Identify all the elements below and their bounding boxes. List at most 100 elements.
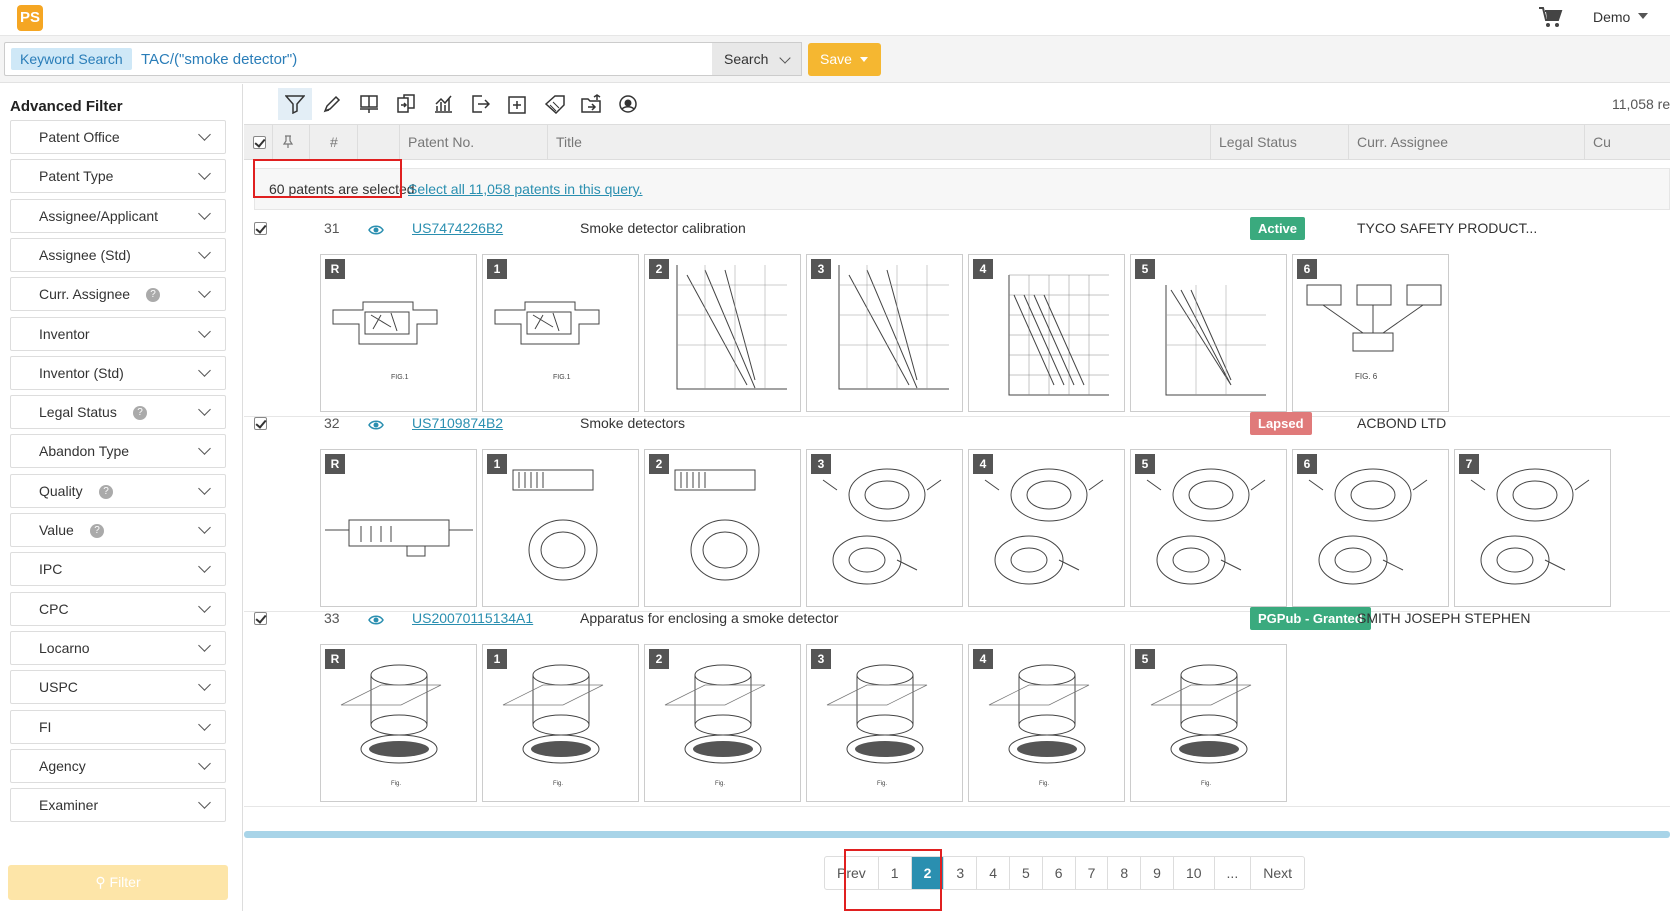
table-row[interactable]: 32 US7109874B2 Smoke detectors Lapsed AC… xyxy=(244,407,1670,612)
drawing-thumbnail[interactable]: Fig. 1 xyxy=(482,644,639,802)
highlight-icon[interactable] xyxy=(315,88,349,120)
filter-uspc[interactable]: USPC xyxy=(10,670,226,705)
search-input[interactable]: Keyword Search TAC/("smoke detector") xyxy=(4,42,714,76)
select-all-link[interactable]: Select all 11,058 patents in this query. xyxy=(408,181,643,197)
select-all-checkbox[interactable] xyxy=(253,136,266,149)
filter-agency[interactable]: Agency xyxy=(10,748,226,783)
page-5-button[interactable]: 5 xyxy=(1010,857,1043,889)
folder-export-icon[interactable] xyxy=(574,88,608,120)
filter-curr-assignee[interactable]: Curr. Assignee? xyxy=(10,277,226,312)
drawing-thumbnail[interactable]: 5 xyxy=(1130,449,1287,607)
eye-icon[interactable] xyxy=(368,418,384,434)
drawing-thumbnail[interactable]: 3 xyxy=(806,449,963,607)
filter-locarno[interactable]: Locarno xyxy=(10,630,226,665)
help-icon[interactable]: ? xyxy=(90,524,104,538)
filter-fi[interactable]: FI xyxy=(10,709,226,744)
drawing-thumbnail[interactable]: 2 xyxy=(644,254,801,412)
filter-quality[interactable]: Quality? xyxy=(10,473,226,508)
cart-icon[interactable] xyxy=(1538,6,1564,30)
drawing-thumbnail[interactable]: R xyxy=(320,449,477,607)
analytics-icon[interactable] xyxy=(426,88,460,120)
page-8-button[interactable]: 8 xyxy=(1108,857,1142,889)
pin-icon xyxy=(282,135,294,148)
filter-inventor[interactable]: Inventor xyxy=(10,316,226,351)
table-row[interactable]: 33 US20070115134A1 Apparatus for enclosi… xyxy=(244,602,1670,807)
presentation-icon[interactable] xyxy=(352,88,386,120)
page-ellipsis-button[interactable]: ... xyxy=(1215,857,1252,889)
help-icon[interactable]: ? xyxy=(99,484,113,499)
page-7-button[interactable]: 7 xyxy=(1076,857,1109,889)
patent-no-column-header[interactable]: Patent No. xyxy=(399,125,547,160)
filter-ipc[interactable]: IPC xyxy=(10,552,226,587)
drawing-thumbnail[interactable]: 4 xyxy=(968,449,1125,607)
compare-icon[interactable] xyxy=(389,88,423,120)
page-10-button[interactable]: 10 xyxy=(1174,857,1215,889)
drawing-thumbnail[interactable]: 5 xyxy=(1130,254,1287,412)
filter-icon[interactable] xyxy=(278,88,312,120)
row-number: 33 xyxy=(324,610,340,626)
row-checkbox[interactable] xyxy=(254,612,267,625)
more-column-header[interactable]: Cu xyxy=(1584,125,1670,160)
filter-label: Curr. Assignee xyxy=(39,286,131,303)
tag-icon[interactable] xyxy=(537,88,571,120)
chevron-down-icon[interactable] xyxy=(1638,13,1648,19)
page-4-button[interactable]: 4 xyxy=(977,857,1010,889)
drawing-thumbnail[interactable]: 3 xyxy=(806,254,963,412)
filter-abandon-type[interactable]: Abandon Type xyxy=(10,434,226,469)
row-checkbox[interactable] xyxy=(254,222,267,235)
drawing-thumbnail[interactable]: Fig. 5 xyxy=(1130,644,1287,802)
results-toolbar: 11,058 re xyxy=(244,84,1670,124)
search-query[interactable]: TAC/("smoke detector") xyxy=(141,51,297,68)
drawing-thumbnail[interactable]: Fig. 2 xyxy=(644,644,801,802)
filter-examiner[interactable]: Examiner xyxy=(10,788,226,823)
drawing-thumbnail[interactable]: 6 xyxy=(1292,449,1449,607)
save-button[interactable]: Save xyxy=(808,43,881,76)
filter-legal-status[interactable]: Legal Status? xyxy=(10,395,226,430)
drawing-thumbnail[interactable]: FIG. 6 6 xyxy=(1292,254,1449,412)
filter-button[interactable]: ⚲ Filter xyxy=(8,865,228,900)
drawing-thumbnail[interactable]: Fig. 4 xyxy=(968,644,1125,802)
horizontal-scrollbar[interactable] xyxy=(244,831,1670,838)
row-checkbox[interactable] xyxy=(254,417,267,430)
user-menu[interactable]: Demo xyxy=(1593,9,1630,25)
thumbnail-index: 5 xyxy=(1135,259,1155,279)
patent-number-link[interactable]: US7109874B2 xyxy=(412,415,503,431)
drawing-thumbnail[interactable]: FIG.1 1 xyxy=(482,254,639,412)
drawing-thumbnail[interactable]: Fig. R xyxy=(320,644,477,802)
filter-assignee-applicant[interactable]: Assignee/Applicant xyxy=(10,198,226,233)
page-9-button[interactable]: 9 xyxy=(1141,857,1174,889)
eye-icon[interactable] xyxy=(368,613,384,629)
app-logo[interactable]: PS xyxy=(17,5,43,31)
title-column-header[interactable]: Title xyxy=(547,125,1210,160)
drawing-thumbnail[interactable]: Fig. 3 xyxy=(806,644,963,802)
drawing-thumbnail[interactable]: 2 xyxy=(644,449,801,607)
svg-text:FIG.1: FIG.1 xyxy=(553,374,571,381)
drawing-thumbnail[interactable]: 4 xyxy=(968,254,1125,412)
patent-number-link[interactable]: US7474226B2 xyxy=(412,220,503,236)
help-icon[interactable]: ? xyxy=(133,406,147,421)
eye-icon[interactable] xyxy=(368,223,384,239)
search-button[interactable]: Search xyxy=(712,42,802,76)
table-row[interactable]: 31 US7474226B2 Smoke detector calibratio… xyxy=(244,212,1670,417)
drawing-thumbnail[interactable]: 7 xyxy=(1454,449,1611,607)
legal-status-column-header[interactable]: Legal Status xyxy=(1210,125,1348,160)
help-icon[interactable]: ? xyxy=(146,288,160,303)
add-icon[interactable] xyxy=(500,88,534,120)
page-6-button[interactable]: 6 xyxy=(1043,857,1076,889)
next-page-button[interactable]: Next xyxy=(1251,857,1304,889)
assignee-column-header[interactable]: Curr. Assignee xyxy=(1348,125,1584,160)
keyword-search-tag[interactable]: Keyword Search xyxy=(11,48,132,70)
pin-column[interactable] xyxy=(272,125,309,160)
drawing-thumbnail[interactable]: 1 xyxy=(482,449,639,607)
page-3-button[interactable]: 3 xyxy=(944,857,978,889)
filter-value[interactable]: Value? xyxy=(10,513,226,547)
patent-number-link[interactable]: US20070115134A1 xyxy=(412,610,533,626)
drawing-thumbnail[interactable]: FIG.1 R xyxy=(320,254,477,412)
settings-icon[interactable] xyxy=(611,88,645,120)
export-icon[interactable] xyxy=(463,88,497,120)
filter-assignee-std[interactable]: Assignee (Std) xyxy=(10,237,226,272)
filter-cpc[interactable]: CPC xyxy=(10,591,226,626)
filter-patent-office[interactable]: Patent Office xyxy=(10,120,226,154)
filter-inventor-std[interactable]: Inventor (Std) xyxy=(10,355,226,390)
filter-patent-type[interactable]: Patent Type xyxy=(10,159,226,194)
